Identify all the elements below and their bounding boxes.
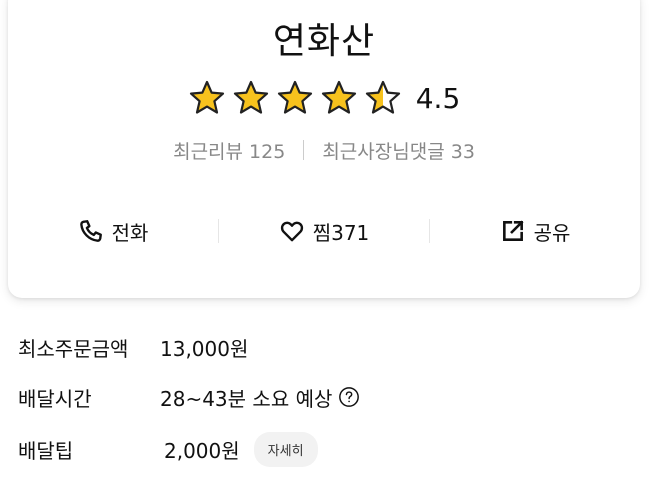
delivery-tip-value: 2,000원	[164, 438, 240, 463]
star-full-icon	[276, 80, 314, 116]
star-full-icon	[320, 80, 358, 116]
delivery-time-value: 28~43분 소요 예상	[160, 386, 333, 411]
star-half-icon	[364, 80, 402, 116]
store-info-card: 연화산 4.5 최근리뷰 125 최근사장님댓글 33 전화 찜371 공유	[8, 0, 640, 298]
share-button[interactable]: 공유	[430, 217, 640, 246]
heart-icon	[279, 218, 305, 244]
divider	[303, 140, 305, 160]
store-name: 연화산	[272, 21, 376, 62]
star-full-icon	[188, 80, 226, 116]
call-button[interactable]: 전화	[8, 217, 218, 246]
action-bar: 전화 찜371 공유	[8, 216, 640, 246]
share-label: 공유	[533, 220, 571, 245]
star-rating	[188, 80, 408, 116]
question-circle-icon[interactable]	[338, 386, 360, 408]
delivery-tip-row: 배달팁 2,000원 자세히	[18, 431, 318, 467]
rating-row: 4.5	[8, 80, 640, 116]
delivery-time-row: 배달시간 28~43분 소요 예상	[18, 381, 360, 413]
delivery-time-value-wrap: 28~43분 소요 예상	[160, 383, 360, 412]
delivery-time-label: 배달시간	[18, 386, 92, 411]
phone-icon	[78, 218, 104, 244]
share-icon	[500, 218, 526, 244]
owner-comments-link[interactable]: 최근사장님댓글 33	[322, 137, 475, 164]
min-order-row: 최소주문금액 13,000원	[18, 331, 248, 363]
call-label: 전화	[111, 220, 149, 245]
recent-reviews-link[interactable]: 최근리뷰 125	[173, 137, 285, 164]
favorite-label: 찜371	[312, 220, 370, 245]
min-order-label: 최소주문금액	[18, 336, 129, 361]
star-full-icon	[232, 80, 270, 116]
delivery-tip-label: 배달팁	[18, 438, 74, 463]
detail-button[interactable]: 자세히	[253, 431, 318, 467]
min-order-value: 13,000원	[160, 336, 249, 361]
review-counts: 최근리뷰 125 최근사장님댓글 33	[8, 137, 640, 164]
rating-value: 4.5	[415, 81, 461, 115]
favorite-button[interactable]: 찜371	[219, 217, 429, 246]
